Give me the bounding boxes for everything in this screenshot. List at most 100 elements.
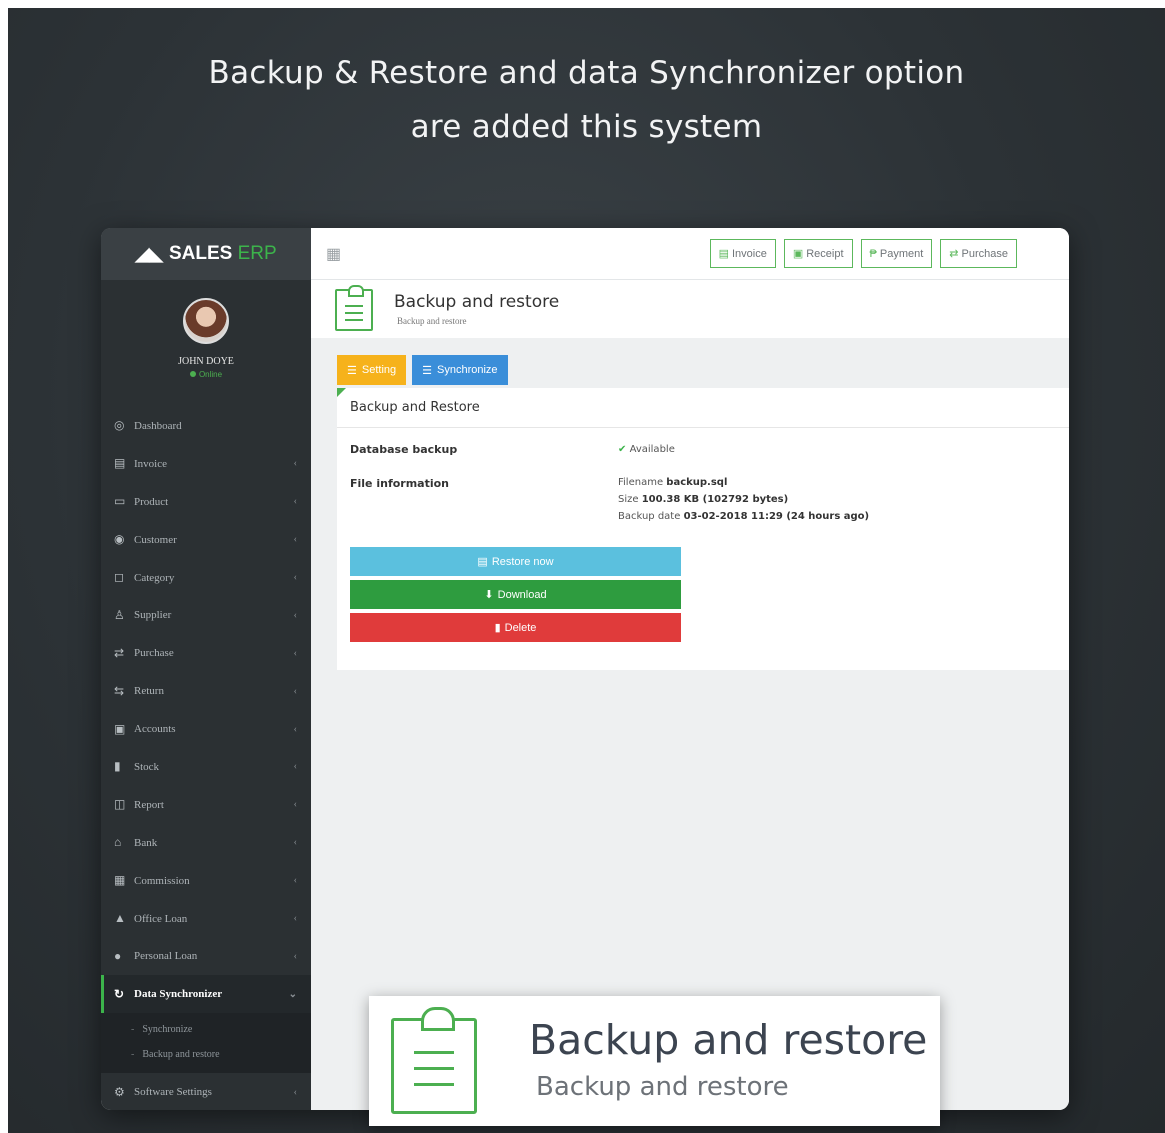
- headline-line-2: are added this system: [410, 109, 763, 145]
- sidebar-item-label: Dashboard: [134, 419, 182, 432]
- sidebar-item-report[interactable]: ◫ Report ‹: [101, 786, 311, 824]
- tabs: ☰ Setting ☰ Synchronize: [337, 355, 508, 385]
- sidebar-item-invoice[interactable]: ▤ Invoice ‹: [101, 445, 311, 483]
- supplier-icon: ♙: [114, 607, 125, 622]
- sidebar-item-product[interactable]: ▭ Product ‹: [101, 483, 311, 521]
- chevron-icon: ‹: [293, 723, 297, 735]
- payment-icon: ₱: [869, 247, 877, 260]
- submenu-item[interactable]: Synchronize: [101, 1017, 311, 1042]
- personal-loan-icon: ●: [114, 948, 122, 963]
- purchase-icon: ⇄: [949, 248, 959, 260]
- delete-button[interactable]: ▮ Delete: [350, 613, 681, 642]
- sidebar-item-label: Commission: [134, 874, 190, 887]
- sidebar-item-label: Software Settings: [134, 1086, 212, 1099]
- sidebar-item-purchase[interactable]: ⇄ Purchase ‹: [101, 634, 311, 672]
- sidebar-item-software-settings[interactable]: ⚙ Software Settings ‹: [101, 1073, 311, 1110]
- office-loan-icon: ▲: [114, 911, 126, 926]
- button-label: Invoice: [731, 247, 767, 260]
- chevron-icon: ‹: [293, 1086, 297, 1098]
- panel-title: Backup and Restore: [337, 388, 1069, 428]
- product-icon: ▭: [114, 494, 126, 509]
- clipboard-icon: [391, 1007, 477, 1114]
- tab-synchronize[interactable]: ☰ Synchronize: [412, 355, 508, 385]
- purchase-button[interactable]: ⇄ Purchase: [940, 239, 1017, 268]
- submenu: SynchronizeBackup and restore: [101, 1013, 311, 1074]
- sidebar-item-category[interactable]: ◻ Category ‹: [101, 559, 311, 597]
- chevron-icon: ‹: [293, 647, 297, 659]
- invoice-button[interactable]: ▤ Invoice: [709, 239, 776, 268]
- zoom-callout: Backup and restore Backup and restore: [369, 996, 940, 1126]
- invoice-icon: ▤: [718, 248, 729, 260]
- purchase-icon: ⇄: [114, 645, 125, 660]
- chevron-icon: ‹: [293, 572, 297, 583]
- tab-setting[interactable]: ☰ Setting: [337, 355, 407, 385]
- sidebar-item-label: Bank: [134, 836, 158, 849]
- button-label: Receipt: [806, 247, 844, 260]
- sidebar-item-stock[interactable]: ▮ Stock ‹: [101, 748, 311, 786]
- list-icon: ☰: [422, 364, 432, 377]
- download-icon: ⬇: [484, 589, 494, 601]
- main-content: ▦ ▤ Invoice ▣ Receipt ₱ Payment ⇄ Purchase Back…: [311, 228, 1069, 1110]
- report-icon: ◫: [114, 797, 126, 812]
- sidebar-item-return[interactable]: ⇆ Return ‹: [101, 672, 311, 710]
- database-backup-label: Database backup: [350, 443, 458, 456]
- sidebar-item-dashboard[interactable]: ◎ Dashboard: [101, 407, 311, 445]
- logo-text: SALES ERP: [168, 243, 277, 264]
- chevron-icon: ‹: [293, 875, 297, 887]
- sidebar-item-data-synchronizer[interactable]: ↻ Data Synchronizer ⌄: [101, 975, 311, 1014]
- headline-line-1: Backup & Restore and data Synchronizer o…: [208, 55, 965, 91]
- button-label: Purchase: [961, 247, 1008, 260]
- download-button[interactable]: ⬇ Download: [350, 580, 681, 609]
- sidebar: ◢◣ SALES ERP JOHN DOYE Online ◎ Dashboard…: [101, 228, 311, 1110]
- chevron-icon: ‹: [293, 534, 297, 546]
- user-status: Online: [101, 370, 311, 379]
- sidebar-item-customer[interactable]: ◉ Customer ‹: [101, 521, 311, 559]
- sidebar-item-accounts[interactable]: ▣ Accounts ‹: [101, 710, 311, 748]
- app-window: ◢◣ SALES ERP JOHN DOYE Online ◎ Dashboard…: [101, 228, 1069, 1110]
- sidebar-item-commission[interactable]: ▦ Commission ‹: [101, 862, 311, 900]
- user-name: JOHN DOYE: [178, 356, 234, 367]
- bank-icon: ⌂: [114, 835, 122, 850]
- clipboard-icon: [335, 285, 373, 331]
- submenu-item[interactable]: Backup and restore: [101, 1042, 311, 1067]
- callout-title: Backup and restore: [529, 1016, 928, 1064]
- restore-icon: ▤: [477, 556, 488, 568]
- chevron-icon: ‹: [293, 950, 297, 962]
- sidebar-item-label: Report: [134, 798, 164, 811]
- chevron-icon: ‹: [293, 685, 297, 697]
- sidebar-item-bank[interactable]: ⌂ Bank ‹: [101, 824, 311, 862]
- page-title: Backup and restore: [394, 292, 560, 312]
- settings-icon: ⚙: [114, 1084, 125, 1099]
- restore-now-button[interactable]: ▤ Restore now: [350, 547, 681, 576]
- sidebar-item-label: Data Synchronizer: [134, 988, 223, 1001]
- apps-grid-icon[interactable]: ▦: [326, 244, 341, 264]
- quick-actions: ▤ Invoice ▣ Receipt ₱ Payment ⇄ Purchase: [709, 239, 1017, 268]
- dashboard-icon: ◎: [114, 418, 125, 433]
- return-icon: ⇆: [114, 683, 125, 698]
- user-panel: JOHN DOYE Online: [101, 298, 311, 379]
- sidebar-item-label: Invoice: [134, 457, 167, 470]
- avatar[interactable]: [183, 298, 229, 344]
- online-dot-icon: [189, 371, 196, 377]
- sidebar-item-label: Product: [134, 495, 169, 508]
- sidebar-item-personal-loan[interactable]: ● Personal Loan ‹: [101, 937, 311, 975]
- category-icon: ◻: [114, 570, 124, 584]
- sidebar-item-label: Accounts: [134, 723, 176, 736]
- payment-button[interactable]: ₱ Payment: [860, 239, 933, 268]
- sidebar-item-label: Category: [134, 571, 175, 584]
- sidebar-item-label: Stock: [134, 760, 160, 773]
- logo[interactable]: ◢◣ SALES ERP: [101, 228, 311, 280]
- sidebar-item-label: Supplier: [134, 609, 172, 622]
- sidebar-item-label: Office Loan: [134, 912, 188, 925]
- commission-icon: ▦: [114, 873, 126, 888]
- sidebar-item-supplier[interactable]: ♙ Supplier ‹: [101, 596, 311, 634]
- filename-row: Filename backup.sql: [618, 477, 728, 488]
- sidebar-item-office-loan[interactable]: ▲ Office Loan ‹: [101, 900, 311, 938]
- page-header: Backup and restore Backup and restore: [311, 280, 1069, 338]
- sidebar-item-label: Purchase: [134, 647, 174, 660]
- sidebar-item-label: Return: [134, 685, 164, 698]
- receipt-button[interactable]: ▣ Receipt: [783, 239, 853, 268]
- panel-corner-marker: [337, 388, 346, 397]
- sidebar-nav: ◎ Dashboard ▤ Invoice ‹ ▭ Product ‹ ◉ Customer ‹ ◻ C…: [101, 407, 311, 1110]
- database-backup-status: ✔ Available: [618, 444, 675, 455]
